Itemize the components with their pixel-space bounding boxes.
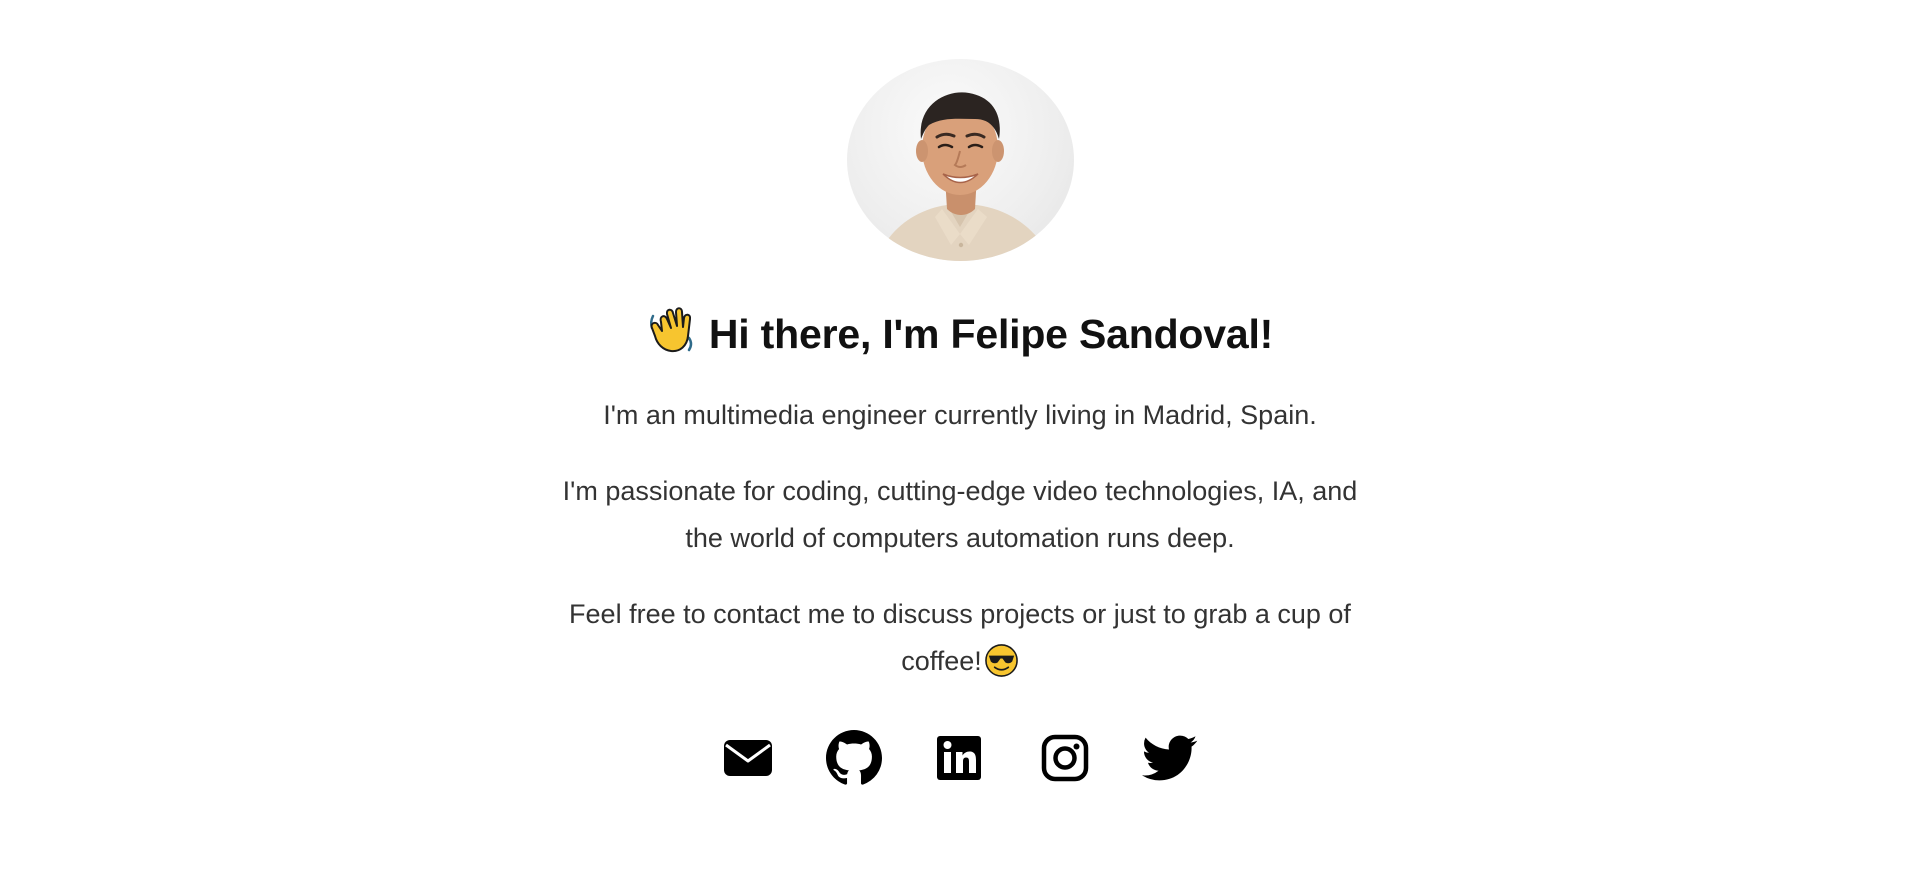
waving-hand-icon <box>649 307 693 353</box>
bio-contact-text: Feel free to contact me to discuss proje… <box>569 599 1351 676</box>
bio-contact: Feel free to contact me to discuss proje… <box>560 591 1360 685</box>
profile-page: Hi there, I'm Felipe Sandoval! I'm an mu… <box>0 0 1920 877</box>
bio-passions: I'm passionate for coding, cutting-edge … <box>562 476 1358 553</box>
bio-location: I'm an multimedia engineer currently liv… <box>603 400 1317 430</box>
linkedin-link[interactable] <box>931 730 987 786</box>
twitter-icon <box>1142 735 1198 781</box>
page-title: Hi there, I'm Felipe Sandoval! <box>0 300 1920 368</box>
github-link[interactable] <box>826 730 882 786</box>
linkedin-icon <box>937 736 981 780</box>
greeting-text: Hi there, I'm Felipe Sandoval! <box>708 311 1274 357</box>
profile-photo <box>847 59 1074 261</box>
twitter-link[interactable] <box>1142 730 1198 786</box>
social-links <box>0 730 1920 786</box>
instagram-link[interactable] <box>1037 730 1093 786</box>
smiling-face-with-sunglasses-icon <box>984 644 1018 677</box>
github-icon <box>826 730 882 785</box>
person-portrait-image <box>877 92 1052 261</box>
instagram-icon <box>1041 734 1089 782</box>
email-link[interactable] <box>720 730 776 786</box>
envelope-icon <box>724 740 772 776</box>
